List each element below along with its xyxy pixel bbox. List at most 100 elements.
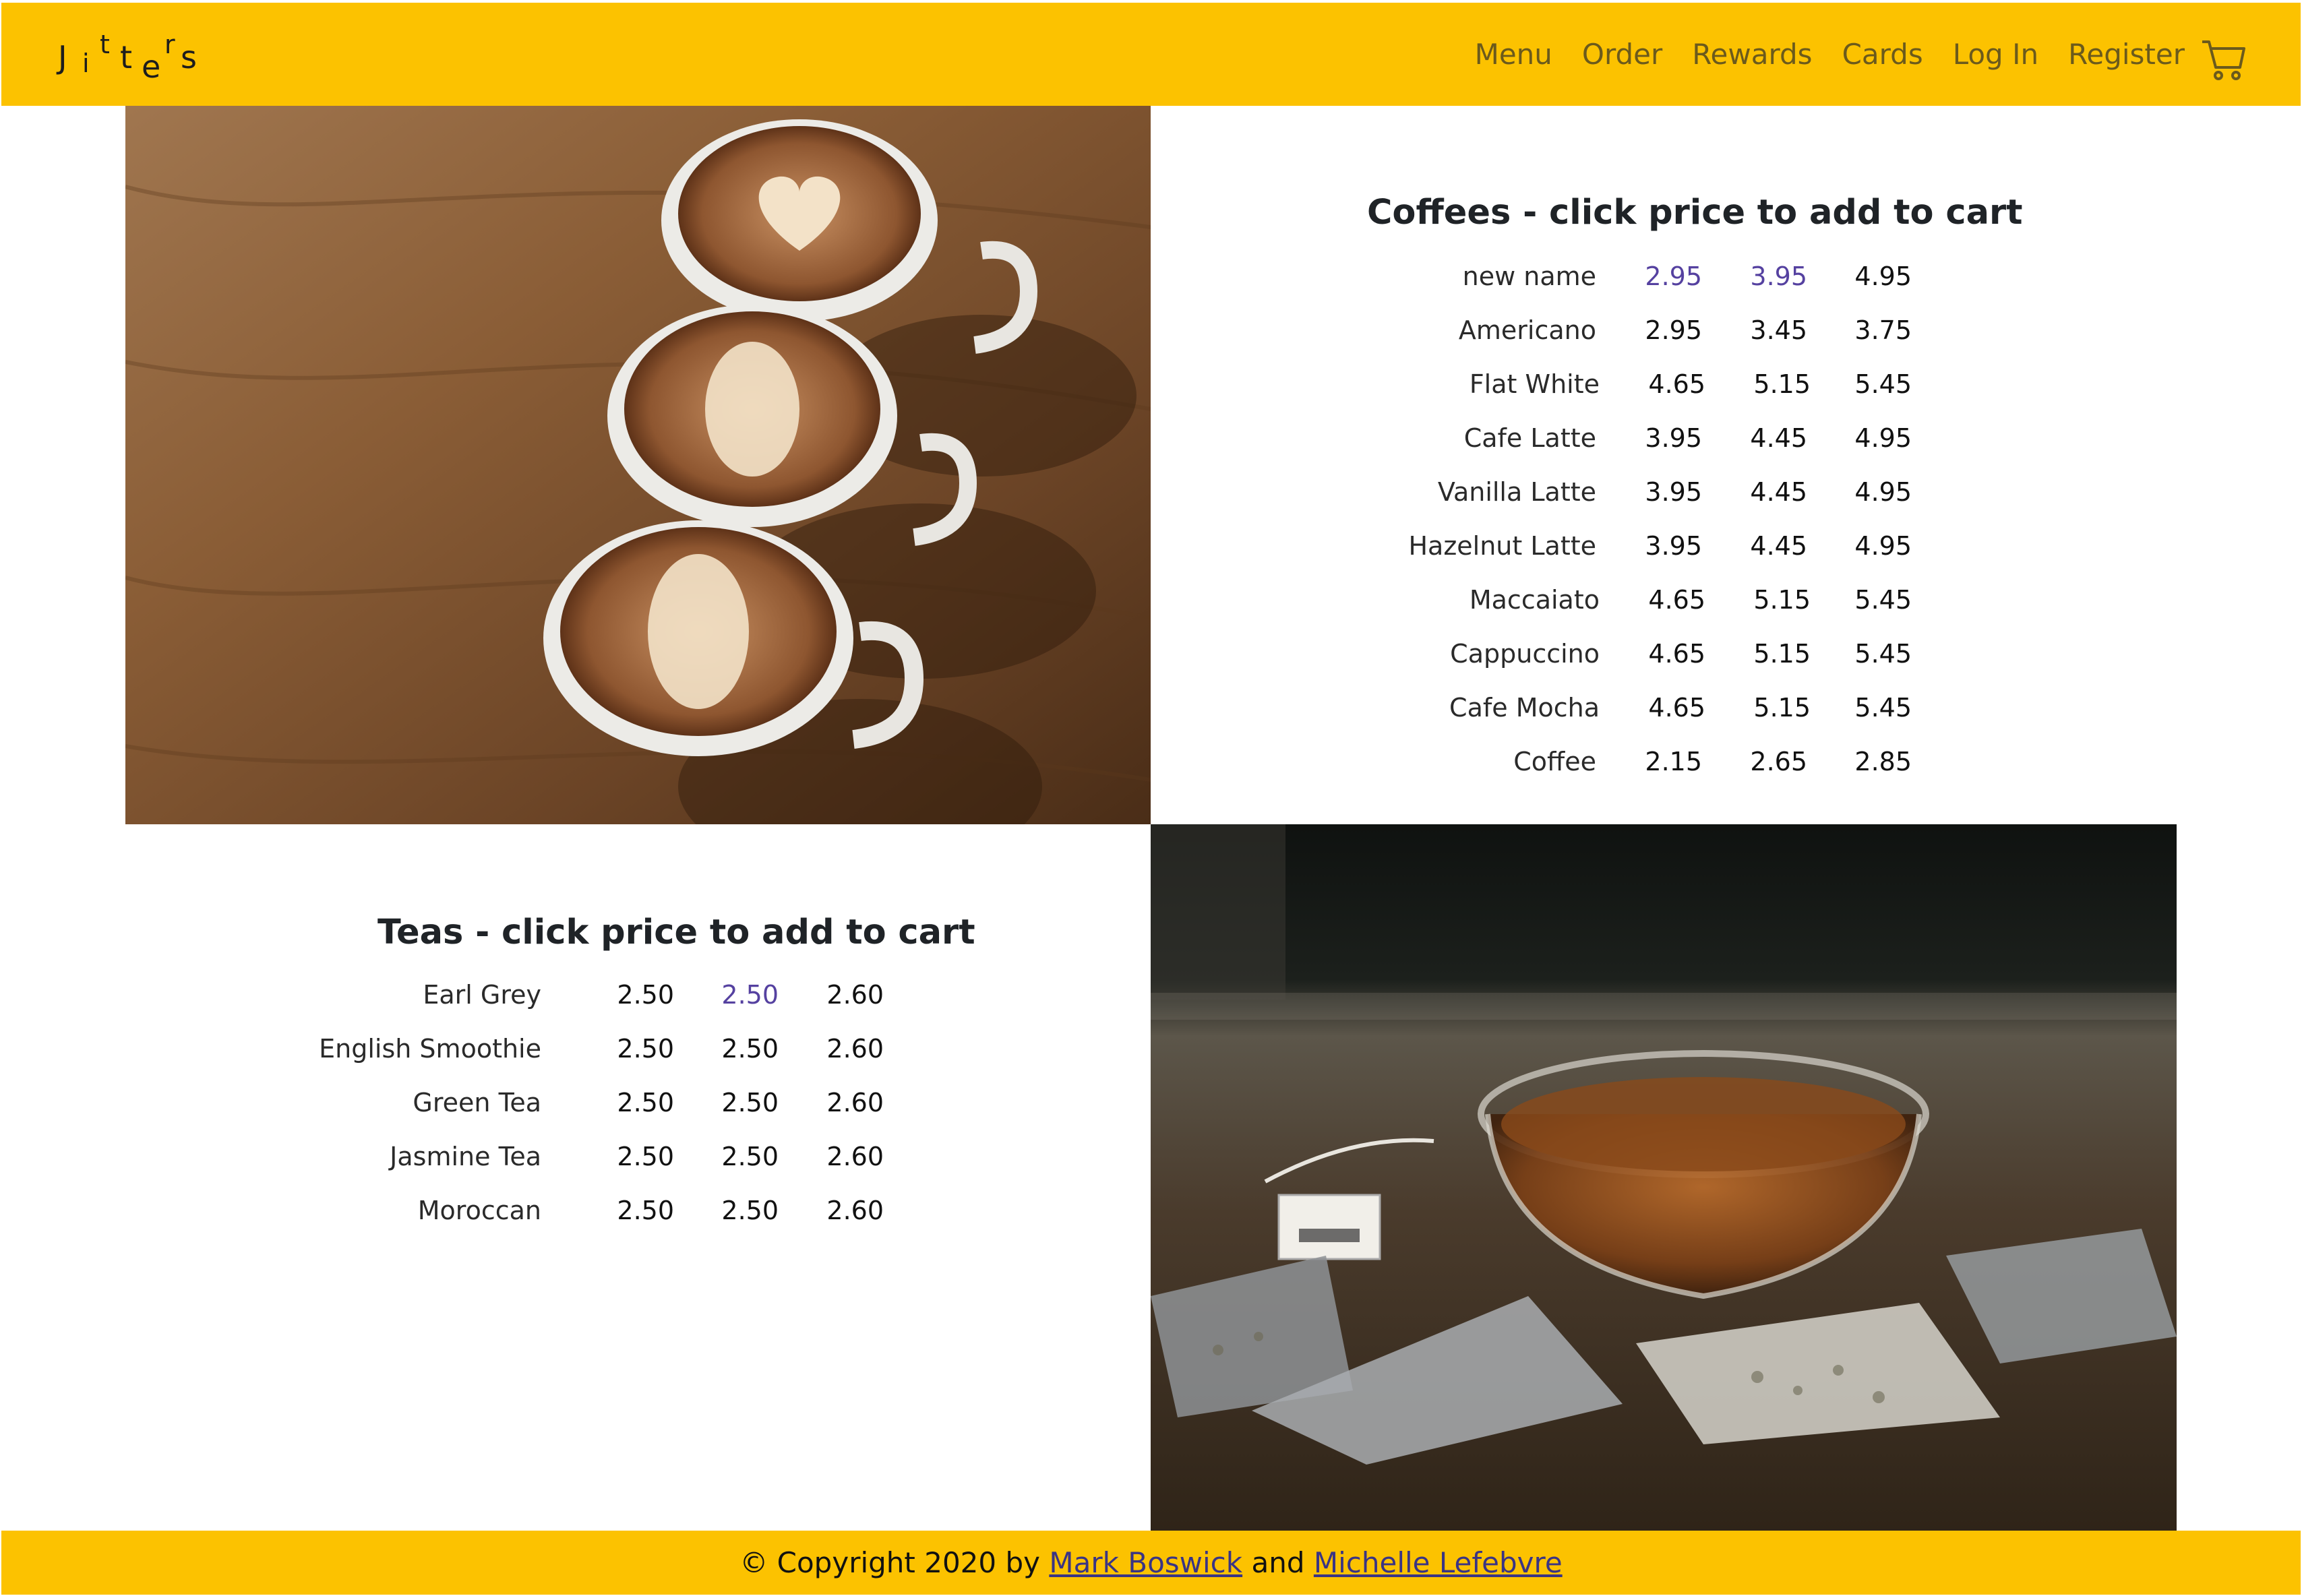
coffee-row: new name 2.95 3.95 4.95 — [1276, 262, 1923, 315]
brand-letter: s — [181, 39, 198, 75]
price-large[interactable]: 4.95 — [1831, 262, 1912, 291]
brand-letter: t — [100, 30, 111, 59]
price-small[interactable]: 3.95 — [1621, 477, 1702, 507]
price-medium[interactable]: 4.45 — [1726, 531, 1807, 561]
brand-letter: t — [120, 39, 134, 75]
coffee-name: Flat White — [1469, 369, 1600, 399]
price-medium[interactable]: 5.15 — [1730, 369, 1811, 399]
price-medium[interactable]: 4.45 — [1726, 423, 1807, 453]
price-small[interactable]: 2.50 — [593, 1196, 674, 1225]
author-link-mark-boswick[interactable]: Mark Boswick — [1049, 1546, 1242, 1579]
price-large[interactable]: 2.60 — [803, 1196, 884, 1225]
price-small[interactable]: 2.50 — [593, 980, 674, 1010]
coffee-name: Maccaiato — [1469, 585, 1600, 615]
price-small[interactable]: 2.50 — [593, 1088, 674, 1117]
coffee-row: Cafe Latte 3.95 4.45 4.95 — [1276, 423, 1923, 477]
price-medium[interactable]: 2.50 — [698, 1196, 779, 1225]
price-medium[interactable]: 2.50 — [698, 1142, 779, 1171]
price-large[interactable]: 2.60 — [803, 1088, 884, 1117]
price-large[interactable]: 5.45 — [1831, 693, 1912, 723]
coffee-row: Hazelnut Latte 3.95 4.45 4.95 — [1276, 531, 1923, 585]
price-small[interactable]: 2.15 — [1621, 747, 1702, 776]
tea-name: Earl Grey — [423, 980, 541, 1010]
brand-letter: r — [164, 30, 177, 59]
coffee-row: Coffee 2.15 2.65 2.85 — [1276, 747, 1923, 801]
tea-cup-photo — [1151, 824, 2177, 1531]
tea-row: Jasmine Tea 2.50 2.50 2.60 — [243, 1142, 890, 1196]
copyright-text: © Copyright 2020 by — [739, 1546, 1040, 1579]
tea-name: English Smoothie — [319, 1034, 541, 1064]
price-medium[interactable]: 3.45 — [1726, 315, 1807, 345]
coffee-name: Cappuccino — [1450, 639, 1600, 669]
price-small[interactable]: 4.65 — [1625, 693, 1705, 723]
price-medium[interactable]: 2.50 — [698, 980, 779, 1010]
price-small[interactable]: 2.95 — [1621, 262, 1702, 291]
shopping-cart-icon[interactable] — [2200, 35, 2248, 84]
coffee-row: Flat White 4.65 5.15 5.45 — [1276, 369, 1923, 423]
author-link-michelle-lefebvre[interactable]: Michelle Lefebvre — [1314, 1546, 1563, 1579]
tea-name: Moroccan — [417, 1196, 541, 1225]
price-medium[interactable]: 5.15 — [1730, 639, 1811, 669]
coffee-cups-photo — [125, 106, 1151, 824]
price-small[interactable]: 4.65 — [1625, 639, 1705, 669]
nav-cards[interactable]: Cards — [1842, 38, 1923, 71]
price-large[interactable]: 2.60 — [803, 1034, 884, 1064]
price-medium[interactable]: 4.45 — [1726, 477, 1807, 507]
price-medium[interactable]: 2.50 — [698, 1088, 779, 1117]
teas-title: Teas - click price to add to cart — [377, 913, 975, 952]
nav-rewards[interactable]: Rewards — [1692, 38, 1812, 71]
nav-links: Menu Order Rewards Cards Log In Register — [1475, 3, 2185, 106]
price-small[interactable]: 2.50 — [593, 1142, 674, 1171]
nav-login[interactable]: Log In — [1953, 38, 2038, 71]
coffee-row: Maccaiato 4.65 5.15 5.45 — [1276, 585, 1923, 639]
coffee-name: Cafe Latte — [1463, 423, 1596, 453]
coffee-name: Americano — [1458, 315, 1596, 345]
price-large[interactable]: 5.45 — [1831, 369, 1912, 399]
price-small[interactable]: 4.65 — [1625, 369, 1705, 399]
footer-conjunction: and — [1251, 1546, 1305, 1579]
price-small[interactable]: 2.50 — [593, 1034, 674, 1064]
price-small[interactable]: 3.95 — [1621, 531, 1702, 561]
coffee-name: Coffee — [1513, 747, 1596, 776]
price-medium[interactable]: 2.65 — [1726, 747, 1807, 776]
price-large[interactable]: 2.60 — [803, 980, 884, 1010]
price-small[interactable]: 4.65 — [1625, 585, 1705, 615]
nav-register[interactable]: Register — [2068, 38, 2185, 71]
nav-menu[interactable]: Menu — [1475, 38, 1552, 71]
tea-name: Jasmine Tea — [390, 1142, 541, 1171]
price-large[interactable]: 5.45 — [1831, 585, 1912, 615]
price-large[interactable]: 5.45 — [1831, 639, 1912, 669]
coffee-name: Hazelnut Latte — [1408, 531, 1596, 561]
tea-row: Green Tea 2.50 2.50 2.60 — [243, 1088, 890, 1142]
price-medium[interactable]: 2.50 — [698, 1034, 779, 1064]
price-large[interactable]: 4.95 — [1831, 531, 1912, 561]
price-small[interactable]: 3.95 — [1621, 423, 1702, 453]
nav-order[interactable]: Order — [1582, 38, 1662, 71]
price-large[interactable]: 2.60 — [803, 1142, 884, 1171]
brand-logo[interactable]: J i t t e r s — [58, 30, 206, 85]
price-medium[interactable]: 5.15 — [1730, 693, 1811, 723]
price-large[interactable]: 4.95 — [1831, 477, 1912, 507]
navbar: J i t t e r s Menu Order Rewards Cards L… — [1, 3, 2301, 106]
coffee-row: Cafe Mocha 4.65 5.15 5.45 — [1276, 693, 1923, 747]
coffee-name: new name — [1462, 262, 1596, 291]
coffee-name: Cafe Mocha — [1449, 693, 1600, 723]
brand-letter: J — [58, 39, 69, 75]
brand-letter: e — [142, 49, 162, 85]
tea-row: Earl Grey 2.50 2.50 2.60 — [243, 980, 890, 1034]
tea-name: Green Tea — [413, 1088, 541, 1117]
coffee-row: Vanilla Latte 3.95 4.45 4.95 — [1276, 477, 1923, 531]
price-medium[interactable]: 5.15 — [1730, 585, 1811, 615]
coffees-title: Coffees - click price to add to cart — [1367, 193, 2023, 233]
price-large[interactable]: 4.95 — [1831, 423, 1912, 453]
coffee-name: Vanilla Latte — [1437, 477, 1596, 507]
price-large[interactable]: 3.75 — [1831, 315, 1912, 345]
coffee-row: Americano 2.95 3.45 3.75 — [1276, 315, 1923, 369]
tea-row: Moroccan 2.50 2.50 2.60 — [243, 1196, 890, 1250]
price-medium[interactable]: 3.95 — [1726, 262, 1807, 291]
price-large[interactable]: 2.85 — [1831, 747, 1912, 776]
coffee-row: Cappuccino 4.65 5.15 5.45 — [1276, 639, 1923, 693]
brand-letter: i — [82, 49, 91, 78]
price-small[interactable]: 2.95 — [1621, 315, 1702, 345]
tea-row: English Smoothie 2.50 2.50 2.60 — [243, 1034, 890, 1088]
